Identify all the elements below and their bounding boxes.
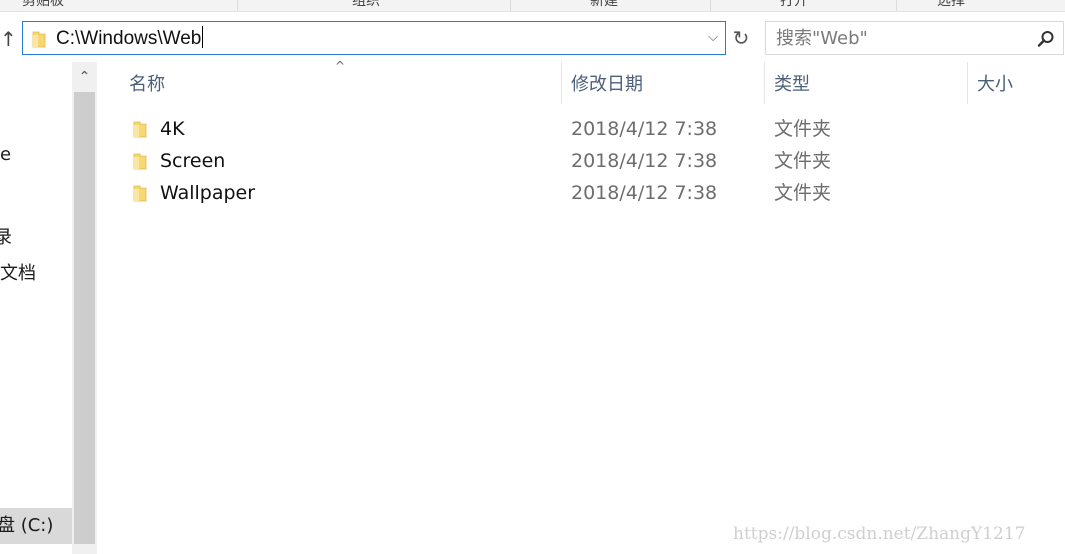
- ribbon-group-open[interactable]: 打开: [780, 0, 808, 11]
- column-divider[interactable]: [764, 62, 765, 104]
- navigation-pane: e 录 文档 盘 (C:): [0, 62, 72, 554]
- scroll-up-icon[interactable]: ⌃: [72, 62, 97, 90]
- navigation-scrollbar[interactable]: ⌃: [72, 62, 97, 554]
- nav-item-label: 盘 (C:): [0, 515, 54, 536]
- folder-icon: [133, 153, 147, 170]
- nav-item-truncated[interactable]: e: [0, 142, 72, 168]
- ribbon-separator: [237, 0, 238, 11]
- address-path-text[interactable]: C:\Windows\Web: [56, 26, 204, 52]
- column-divider[interactable]: [967, 62, 968, 104]
- ribbon-group-labels: 剪贴板 组织 新建 打开 选择: [0, 0, 1065, 12]
- column-header-size[interactable]: 大小: [977, 70, 1013, 100]
- column-header-type[interactable]: 类型: [774, 70, 810, 100]
- folder-icon: [133, 185, 147, 202]
- file-name: Wallpaper: [160, 182, 256, 204]
- file-modified-date: 2018/4/12 7:38: [571, 182, 718, 204]
- ribbon-separator: [710, 0, 711, 11]
- text-caret: [202, 26, 204, 48]
- nav-item-local-disk-c[interactable]: 盘 (C:): [0, 508, 72, 544]
- address-bar[interactable]: C:\Windows\Web ⌵: [22, 21, 726, 55]
- ribbon-separator: [896, 0, 897, 11]
- file-row[interactable]: Screen 2018/4/12 7:38 文件夹: [100, 145, 1065, 177]
- file-type: 文件夹: [774, 118, 832, 140]
- ribbon-group-organize[interactable]: 组织: [352, 0, 380, 11]
- sort-ascending-icon: ^: [334, 59, 346, 73]
- file-modified-date: 2018/4/12 7:38: [571, 118, 718, 140]
- file-type: 文件夹: [774, 182, 832, 204]
- scroll-thumb[interactable]: [74, 92, 95, 544]
- file-type: 文件夹: [774, 150, 832, 172]
- file-name: Screen: [160, 150, 226, 172]
- nav-item-documents[interactable]: 文档: [0, 261, 72, 287]
- search-icon[interactable]: [1037, 30, 1055, 48]
- file-row[interactable]: 4K 2018/4/12 7:38 文件夹: [100, 113, 1065, 145]
- up-arrow-icon[interactable]: ↑: [0, 26, 17, 52]
- ribbon-separator: [510, 0, 511, 11]
- folder-icon: [133, 121, 147, 138]
- column-divider[interactable]: [561, 62, 562, 104]
- search-placeholder: 搜索"Web": [776, 28, 868, 49]
- chevron-down-icon[interactable]: ⌵: [705, 28, 721, 48]
- column-header-name[interactable]: 名称: [129, 70, 165, 100]
- file-modified-date: 2018/4/12 7:38: [571, 150, 718, 172]
- ribbon-group-select[interactable]: 选择: [937, 0, 965, 11]
- file-row[interactable]: Wallpaper 2018/4/12 7:38 文件夹: [100, 177, 1065, 209]
- column-header-date[interactable]: 修改日期: [571, 70, 643, 100]
- file-name: 4K: [160, 118, 185, 140]
- watermark-text: https://blog.csdn.net/ZhangY1217: [733, 524, 1026, 544]
- nav-item-truncated[interactable]: 录: [0, 225, 66, 251]
- refresh-icon[interactable]: ↻: [729, 24, 753, 52]
- ribbon-group-clipboard[interactable]: 剪贴板: [22, 0, 64, 11]
- file-explorer-window: 剪贴板 组织 新建 打开 选择 ↑ C:\Windows\Web ⌵ ↻ 搜索"…: [0, 0, 1065, 554]
- search-input[interactable]: 搜索"Web": [765, 21, 1064, 55]
- ribbon-group-new[interactable]: 新建: [590, 0, 618, 11]
- folder-icon: [32, 31, 46, 48]
